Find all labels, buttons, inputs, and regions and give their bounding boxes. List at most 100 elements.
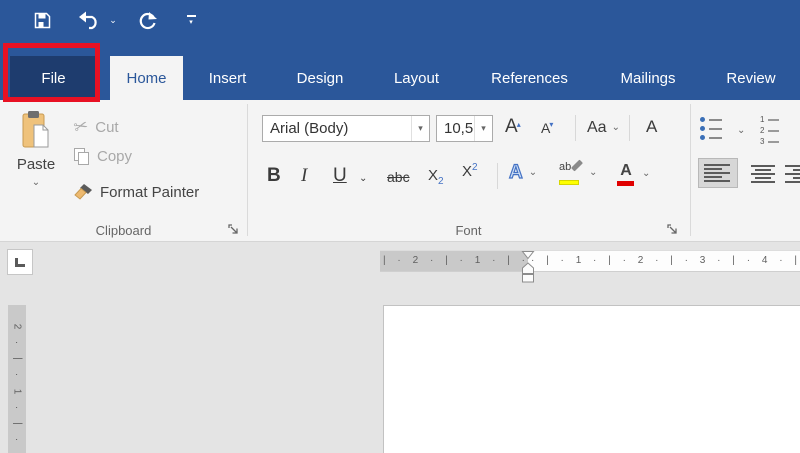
redo-button[interactable] (132, 6, 162, 34)
ruler-mark: · (717, 250, 720, 272)
ruler-mark: · (685, 250, 688, 272)
font-size-value: 10,5 (444, 120, 473, 137)
text-effects-dropdown-icon: ⌄ (529, 169, 537, 177)
ruler-mark: | (445, 250, 448, 272)
left-tab-stop-icon (15, 258, 25, 267)
paste-label: Paste (17, 156, 55, 173)
font-group-label: Font (247, 223, 690, 238)
font-size-dropdown-icon[interactable]: ▾ (474, 116, 492, 141)
document-page[interactable] (383, 305, 800, 453)
left-indent-marker[interactable] (523, 275, 534, 283)
font-name-combobox[interactable]: Arial (Body) ▾ (262, 115, 430, 142)
undo-button[interactable] (74, 6, 104, 34)
bullets-button[interactable] (700, 117, 722, 140)
text-effects-icon: A (509, 162, 523, 184)
ruler-mark: · (12, 341, 23, 344)
numbered-list-button[interactable]: 1 2 3 (760, 115, 779, 146)
align-left-button[interactable] (698, 158, 738, 188)
italic-button[interactable]: I (301, 165, 307, 187)
title-bar: ⌄ ▾ (0, 0, 800, 40)
ruler-mark: 1 (475, 250, 481, 272)
font-color-bar (617, 181, 634, 186)
indent-markers[interactable] (521, 251, 535, 283)
tab-review[interactable]: Review (702, 56, 800, 100)
strikethrough-button[interactable]: abc (387, 169, 410, 185)
shrink-font-arrow-icon: ▾ (549, 120, 553, 129)
text-highlight-button[interactable]: ab ⌄ (559, 161, 597, 185)
font-name-value: Arial (Body) (270, 120, 348, 137)
format-painter-label: Format Painter (100, 184, 199, 201)
tab-references[interactable]: References (465, 56, 594, 100)
grow-font-button[interactable]: A▴ (505, 116, 522, 138)
bullet-dot-icon (700, 117, 705, 122)
format-painter-brush-icon (74, 184, 93, 201)
ruler-mark: 4 (762, 250, 768, 272)
ruler-mark: | (608, 250, 611, 272)
undo-dropdown[interactable]: ⌄ (106, 6, 120, 34)
format-painter-button[interactable]: Format Painter (74, 184, 199, 201)
font-color-dropdown-icon: ⌄ (642, 170, 650, 178)
copy-button[interactable]: Copy (74, 148, 132, 165)
redo-icon (137, 10, 157, 30)
horizontal-ruler[interactable]: |·2·|·1·|· ·|·1·|·2·|·3·|·4·| (380, 250, 800, 272)
tab-mailings[interactable]: Mailings (594, 56, 702, 100)
ruler-mark: | (670, 250, 673, 272)
ruler-mark: · (747, 250, 750, 272)
ruler-mark: · (460, 250, 463, 272)
ruler-content-section: ·|·1·|·2·|·3·|·4·| (528, 251, 800, 271)
save-icon (33, 11, 52, 30)
tab-stop-selector[interactable] (7, 249, 33, 275)
customize-qat-button[interactable]: ▾ (182, 6, 200, 34)
dialog-launcher-icon (227, 223, 240, 236)
underline-dropdown-icon[interactable]: ⌄ (359, 175, 367, 183)
underline-button[interactable]: U (333, 165, 347, 187)
tab-insert[interactable]: Insert (183, 56, 272, 100)
first-line-indent-marker[interactable] (523, 252, 534, 259)
tab-file[interactable]: File (10, 56, 97, 100)
cut-button[interactable]: ✂ Cut (74, 117, 119, 137)
save-button[interactable] (28, 6, 56, 34)
ruler-mark: 1 (760, 115, 779, 124)
shrink-font-button[interactable]: A▾ (541, 120, 554, 136)
ruler-mark: · (779, 250, 782, 272)
font-size-combobox[interactable]: 10,5 ▾ (436, 115, 493, 142)
tab-home[interactable]: Home (110, 56, 183, 100)
hanging-indent-marker[interactable] (523, 263, 534, 274)
ribbon: Paste ⌄ ✂ Cut Copy Format Painter Clipbo… (0, 100, 800, 242)
ruler-mark: | (11, 422, 22, 425)
highlighter-pen-icon (571, 159, 583, 171)
align-right-button[interactable] (786, 160, 800, 188)
clear-formatting-button[interactable]: A (646, 117, 657, 137)
ruler-mark: · (561, 250, 564, 272)
bold-button[interactable]: B (267, 165, 281, 187)
paste-dropdown[interactable]: ⌄ (32, 179, 40, 187)
copy-label: Copy (97, 148, 132, 165)
ruler-mark: 3 (700, 250, 706, 272)
ruler-mark: · (492, 250, 495, 272)
align-center-button[interactable] (745, 160, 781, 188)
font-name-dropdown-icon[interactable]: ▾ (411, 116, 429, 141)
tab-design[interactable]: Design (272, 56, 368, 100)
font-color-button[interactable]: A ⌄ (617, 162, 650, 186)
ruler-mark: | (383, 250, 386, 272)
paste-button[interactable]: Paste ⌄ (8, 110, 64, 214)
vertical-ruler[interactable]: 2·|·1·|· (8, 305, 26, 453)
document-area: |·2·|·1·|· ·|·1·|·2·|·3·|·4·| 2·|·1·|· (0, 243, 800, 453)
font-group: Arial (Body) ▾ 10,5 ▾ A▴ A▾ Aa ⌄ A (247, 100, 690, 242)
text-effects-button[interactable]: A ⌄ (509, 162, 537, 184)
ruler-mark: 2 (760, 126, 779, 135)
font-dialog-launcher[interactable] (666, 223, 679, 236)
ruler-mark: 2 (413, 250, 419, 272)
ruler-mark: | (507, 250, 510, 272)
ruler-mark: 3 (760, 137, 779, 146)
highlight-dropdown-icon: ⌄ (589, 169, 597, 177)
clipboard-group: Paste ⌄ ✂ Cut Copy Format Painter Clipbo… (0, 100, 247, 242)
subscript-button[interactable]: X2 (428, 167, 444, 187)
tab-layout[interactable]: Layout (368, 56, 465, 100)
bullets-dropdown-icon[interactable]: ⌄ (737, 127, 745, 135)
superscript-button[interactable]: X2 (462, 162, 478, 180)
ruler-mark: · (12, 373, 23, 376)
change-case-button[interactable]: Aa ⌄ (587, 119, 620, 137)
clipboard-dialog-launcher[interactable] (227, 223, 240, 236)
customize-qat-icon (187, 15, 196, 17)
